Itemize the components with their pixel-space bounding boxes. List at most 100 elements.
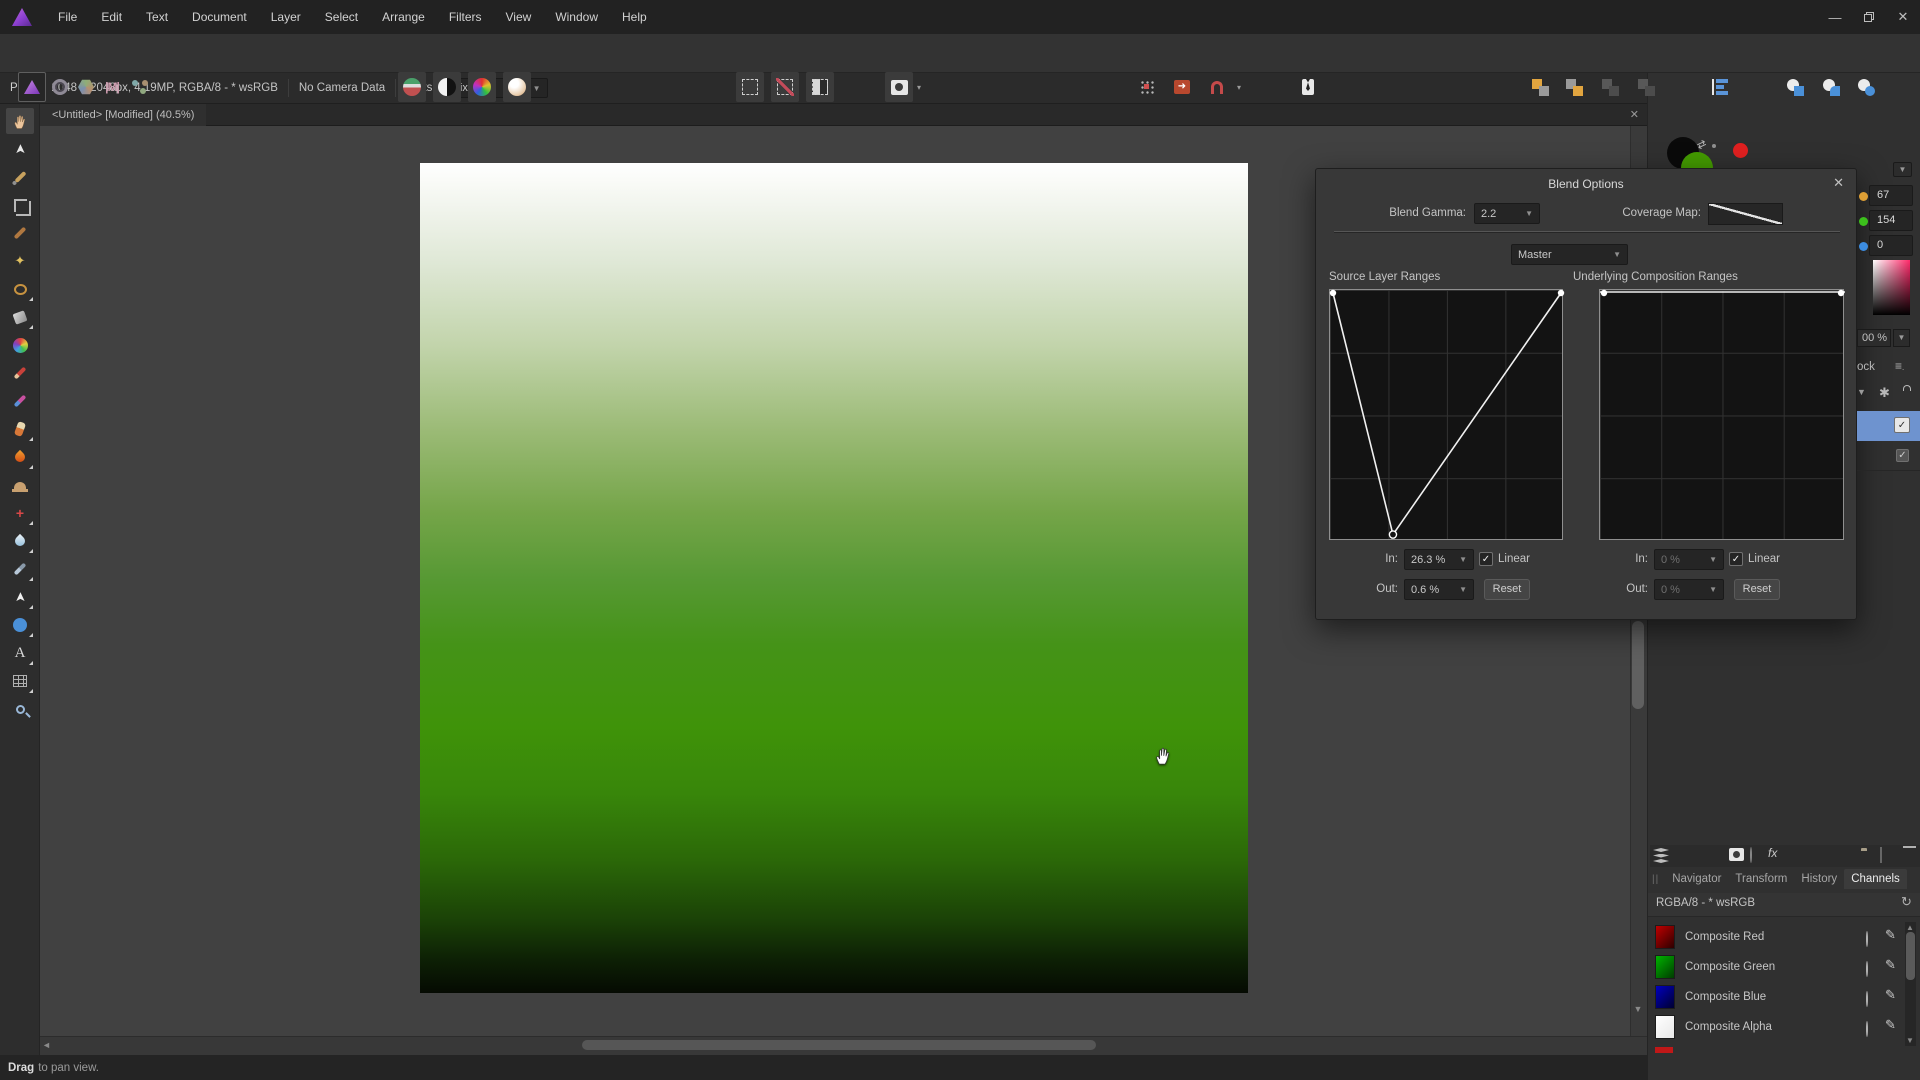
layers-stack-icon[interactable] xyxy=(1653,848,1669,863)
auto-levels-button[interactable] xyxy=(398,72,426,102)
layer-effects-icon[interactable]: fx xyxy=(1768,846,1777,860)
underlying-reset-button[interactable]: Reset xyxy=(1734,579,1780,600)
layer-visibility-checkbox[interactable]: ✓ xyxy=(1894,417,1910,433)
restore-button[interactable] xyxy=(1852,0,1886,34)
new-selection-button[interactable] xyxy=(736,72,764,102)
insert-behind-button[interactable] xyxy=(1782,72,1810,102)
eye-icon[interactable] xyxy=(1866,962,1868,976)
menu-help[interactable]: Help xyxy=(610,0,659,34)
underlying-out-dropdown[interactable]: 0 % ▼ xyxy=(1654,579,1724,600)
scroll-left-arrow[interactable]: ◄ xyxy=(42,1040,51,1050)
burn-brush-tool[interactable] xyxy=(6,444,34,470)
menu-edit[interactable]: Edit xyxy=(89,0,134,34)
dialog-close-icon[interactable]: ✕ xyxy=(1833,175,1844,191)
move-tool[interactable]: ➤ xyxy=(6,136,34,162)
colour-picker-tool[interactable] xyxy=(6,164,34,190)
channel-row-red[interactable]: Composite Red xyxy=(1648,922,1902,952)
menu-filters[interactable]: Filters xyxy=(437,0,494,34)
menu-file[interactable]: File xyxy=(46,0,89,34)
blue-value-field[interactable]: 0 xyxy=(1869,235,1913,256)
blur-brush-tool[interactable] xyxy=(6,528,34,554)
healing-brush-tool[interactable]: + xyxy=(6,500,34,526)
snapping-button[interactable] xyxy=(1203,72,1231,102)
snapping-dropdown-arrow[interactable]: ▾ xyxy=(1237,83,1241,92)
colour-replacement-brush-tool[interactable] xyxy=(6,388,34,414)
menu-window[interactable]: Window xyxy=(543,0,610,34)
flood-select-tool[interactable]: ✦ xyxy=(6,248,34,274)
auto-white-balance-button[interactable] xyxy=(503,72,531,102)
green-value-field[interactable]: 154 xyxy=(1869,210,1913,231)
menu-arrange[interactable]: Arrange xyxy=(370,0,437,34)
move-backward-button[interactable] xyxy=(1560,72,1588,102)
assistant-button[interactable] xyxy=(1294,72,1322,102)
mask-dropdown-arrow[interactable]: ▾ xyxy=(917,83,921,92)
colour-mode-dropdown[interactable]: ▼ xyxy=(1893,162,1912,177)
deselect-button[interactable] xyxy=(771,72,799,102)
scroll-down-arrow[interactable]: ▼ xyxy=(1631,1004,1645,1014)
close-button[interactable]: ✕ xyxy=(1886,0,1920,34)
menu-document[interactable]: Document xyxy=(180,0,259,34)
erase-brush-tool[interactable] xyxy=(6,416,34,442)
eye-icon[interactable] xyxy=(1866,992,1868,1006)
paint-brush-tool[interactable] xyxy=(6,360,34,386)
underlying-linear-checkbox[interactable]: ✓ xyxy=(1729,552,1743,566)
eye-icon[interactable] xyxy=(1866,1022,1868,1036)
gradient-tool[interactable] xyxy=(6,332,34,358)
reset-channels-icon[interactable]: ↻ xyxy=(1901,894,1912,910)
source-out-dropdown[interactable]: 0.6 % ▼ xyxy=(1404,579,1474,600)
layers-panel-menu-icon[interactable]: ≡. xyxy=(1895,359,1904,373)
node-tool[interactable]: ➤ xyxy=(6,584,34,610)
recent-colour-swatch[interactable] xyxy=(1733,143,1748,158)
horizontal-scrollbar-thumb[interactable] xyxy=(582,1040,1096,1050)
adjustment-layer-icon[interactable] xyxy=(1750,848,1752,862)
alignment-button[interactable] xyxy=(1706,72,1734,102)
scroll-down-arrow[interactable]: ▼ xyxy=(1906,1036,1914,1045)
tone-mapping-persona-button[interactable]: |M| xyxy=(98,72,126,102)
document-canvas[interactable] xyxy=(420,163,1248,993)
text-tool[interactable]: A xyxy=(6,640,34,666)
selected-layer-row[interactable] xyxy=(1857,411,1920,441)
channel-row-blue[interactable]: Composite Blue xyxy=(1648,982,1902,1012)
auto-contrast-button[interactable] xyxy=(433,72,461,102)
new-layer-icon[interactable] xyxy=(1880,848,1882,862)
layers-dropdown-arrow[interactable]: ▼ xyxy=(1857,387,1866,397)
channel-dropdown[interactable]: Master ▼ xyxy=(1511,244,1628,265)
export-persona-button[interactable] xyxy=(126,72,154,102)
tab-history[interactable]: History xyxy=(1794,869,1844,889)
insert-on-top-button[interactable] xyxy=(1853,72,1881,102)
menu-text[interactable]: Text xyxy=(134,0,180,34)
menu-layer[interactable]: Layer xyxy=(259,0,313,34)
layer-settings-icon[interactable]: ✱ xyxy=(1879,385,1890,401)
colour-picker-square[interactable] xyxy=(1873,260,1910,315)
mesh-warp-tool[interactable] xyxy=(6,668,34,694)
crop-tool[interactable] xyxy=(6,192,34,218)
opacity-dropdown-arrow[interactable]: ▼ xyxy=(1893,329,1910,347)
coverage-map-graph[interactable] xyxy=(1708,203,1783,225)
selection-brush-tool[interactable] xyxy=(6,220,34,246)
opacity-field-partial[interactable]: 00 % xyxy=(1857,329,1891,347)
minimize-button[interactable]: — xyxy=(1818,0,1852,34)
freehand-selection-tool[interactable] xyxy=(6,276,34,302)
move-forward-button[interactable] xyxy=(1526,72,1554,102)
underlying-ranges-graph[interactable] xyxy=(1599,289,1844,540)
invert-selection-button[interactable] xyxy=(806,72,834,102)
underlying-in-dropdown[interactable]: 0 % ▼ xyxy=(1654,549,1724,570)
photo-persona-button[interactable] xyxy=(18,72,46,102)
panel-drag-handle[interactable]: || xyxy=(1652,874,1659,885)
channels-scrollbar-thumb[interactable] xyxy=(1906,932,1915,980)
tab-channels[interactable]: Channels xyxy=(1844,869,1907,889)
insert-inside-button[interactable] xyxy=(1818,72,1846,102)
edit-channel-icon[interactable]: ✎ xyxy=(1885,927,1896,943)
new-mask-button[interactable] xyxy=(885,72,913,102)
channel-row-green[interactable]: Composite Green xyxy=(1648,952,1902,982)
source-linear-checkbox[interactable]: ✓ xyxy=(1479,552,1493,566)
tab-close-icon[interactable]: ✕ xyxy=(1630,108,1639,121)
view-tool[interactable] xyxy=(6,108,34,134)
liquify-persona-button[interactable] xyxy=(46,72,74,102)
zoom-tool[interactable] xyxy=(6,696,34,722)
tab-navigator[interactable]: Navigator xyxy=(1665,869,1728,889)
tab-transform[interactable]: Transform xyxy=(1728,869,1794,889)
channel-row-alpha[interactable]: Composite Alpha xyxy=(1648,1012,1902,1042)
vertical-scrollbar-thumb[interactable] xyxy=(1632,621,1644,709)
flood-fill-tool[interactable] xyxy=(6,304,34,330)
